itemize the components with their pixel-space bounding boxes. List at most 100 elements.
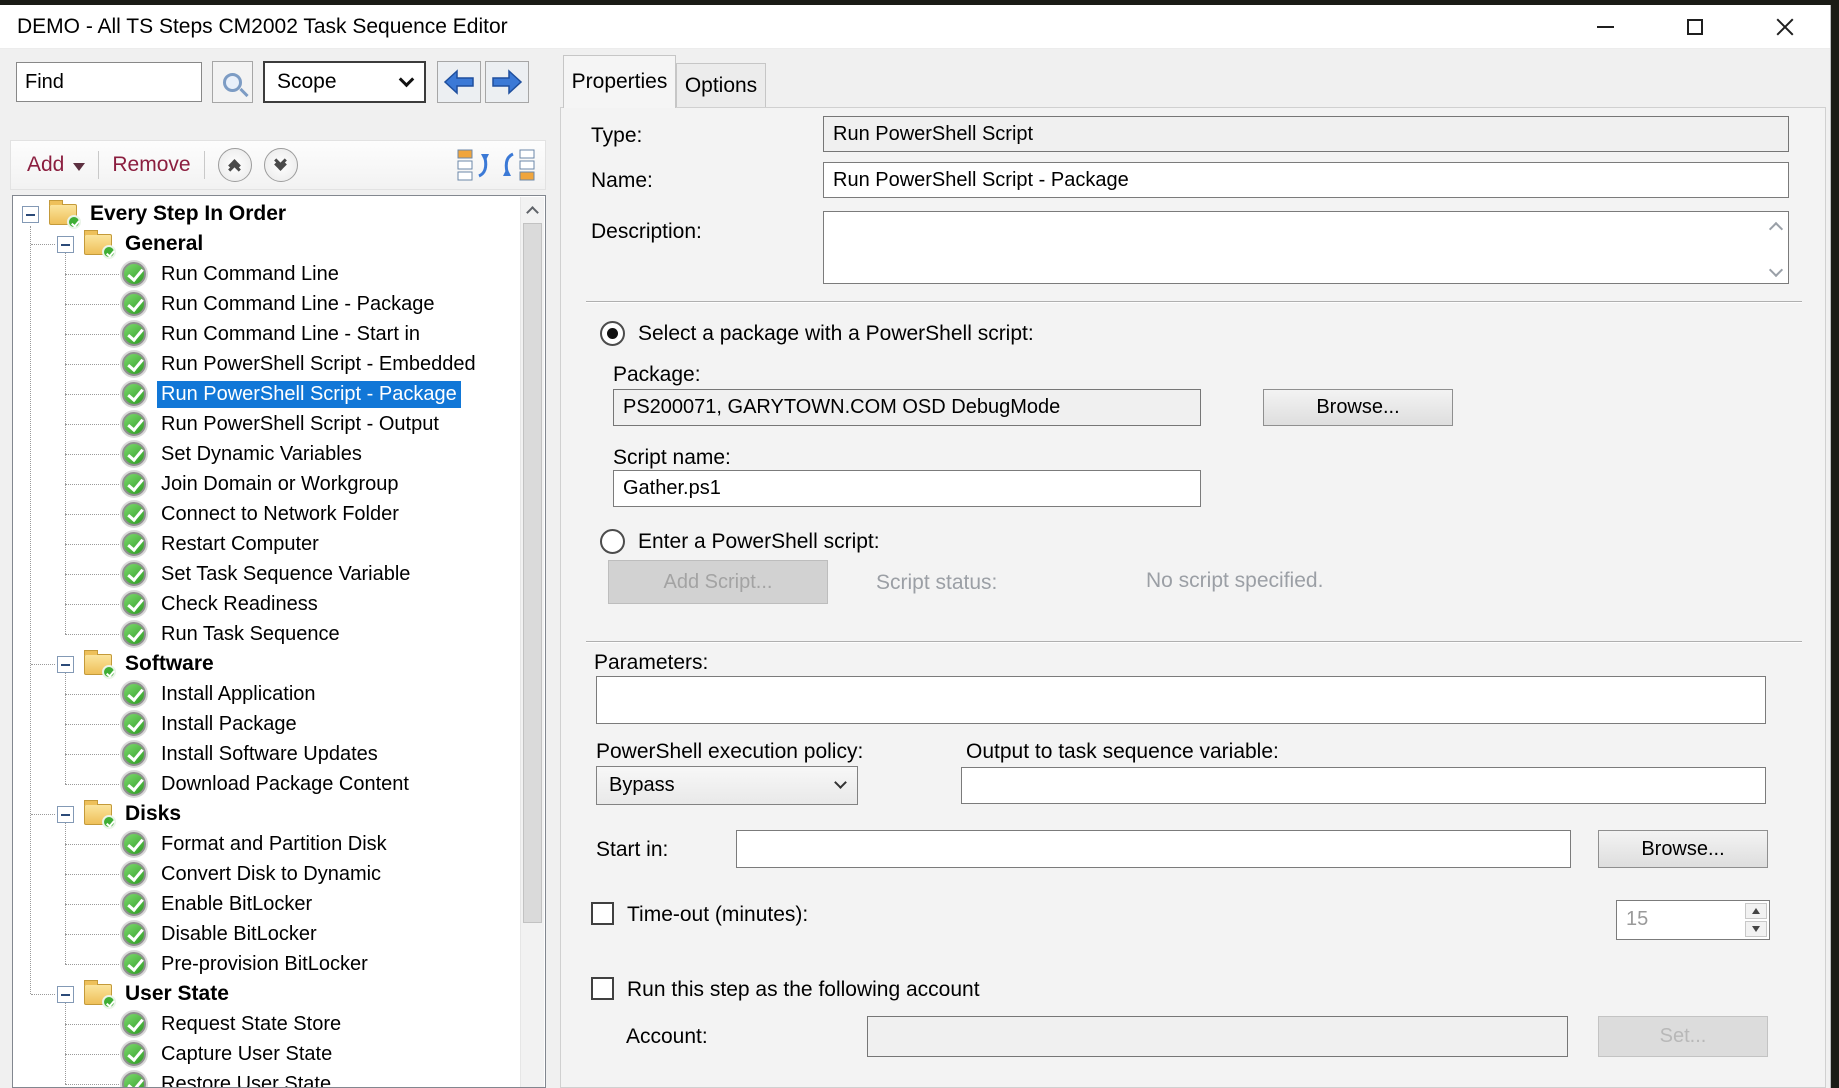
tree-item-label[interactable]: Run Command Line [157, 261, 343, 288]
tree-item-label[interactable]: Software [121, 650, 218, 678]
scroll-up-button[interactable] [521, 197, 544, 223]
collapse-toggle[interactable] [57, 806, 74, 823]
parameters-field[interactable] [596, 676, 1766, 724]
tree-item[interactable]: Run PowerShell Script - Package [13, 379, 520, 409]
tab-options[interactable]: Options [676, 63, 766, 108]
tree-item[interactable]: Download Package Content [13, 769, 520, 799]
script-name-field[interactable]: Gather.ps1 [613, 470, 1201, 507]
tree-item-label[interactable]: Convert Disk to Dynamic [157, 861, 385, 888]
execution-policy-dropdown[interactable]: Bypass [596, 766, 858, 805]
tree-item-label[interactable]: Download Package Content [157, 771, 413, 798]
name-field[interactable]: Run PowerShell Script - Package [823, 162, 1789, 198]
tree-item[interactable]: Run Command Line - Start in [13, 319, 520, 349]
tree-item[interactable]: Restore User State [13, 1069, 520, 1087]
tree-item[interactable]: Connect to Network Folder [13, 499, 520, 529]
tree-item-label[interactable]: Install Application [157, 681, 320, 708]
tree-item[interactable]: Join Domain or Workgroup [13, 469, 520, 499]
tree-item-label[interactable]: Install Software Updates [157, 741, 382, 768]
tree-item[interactable]: Run Command Line - Package [13, 289, 520, 319]
tree-item-label[interactable]: General [121, 230, 207, 258]
remove-step-button[interactable]: Remove [112, 153, 190, 177]
tree-item-label[interactable]: Restart Computer [157, 531, 323, 558]
maximize-button[interactable] [1650, 5, 1740, 49]
select-package-radio[interactable] [600, 321, 625, 346]
tree-item[interactable]: Convert Disk to Dynamic [13, 859, 520, 889]
tree-item-label[interactable]: User State [121, 980, 233, 1008]
tree-item[interactable]: Disable BitLocker [13, 919, 520, 949]
timeout-checkbox[interactable] [591, 902, 614, 925]
browse-start-in-button[interactable]: Browse... [1598, 830, 1768, 868]
scope-dropdown[interactable]: Scope [263, 61, 426, 103]
tree-item-label[interactable]: Every Step In Order [86, 200, 290, 228]
success-check-icon [122, 412, 146, 436]
tree-group[interactable]: Software [13, 649, 520, 679]
collapse-toggle[interactable] [57, 236, 74, 253]
collapse-toggle[interactable] [57, 656, 74, 673]
tree-item[interactable]: Restart Computer [13, 529, 520, 559]
tree-item-label[interactable]: Run PowerShell Script - Output [157, 411, 443, 438]
tree-item[interactable]: Check Readiness [13, 589, 520, 619]
expand-all-button[interactable] [264, 148, 298, 182]
tree-item-label[interactable]: Run Command Line - Start in [157, 321, 424, 348]
enter-script-radio[interactable] [600, 529, 625, 554]
tree-item-label[interactable]: Set Dynamic Variables [157, 441, 366, 468]
tree-item[interactable]: Pre-provision BitLocker [13, 949, 520, 979]
tree-item[interactable]: Set Dynamic Variables [13, 439, 520, 469]
tree-item[interactable]: Format and Partition Disk [13, 829, 520, 859]
tree-item[interactable]: Run PowerShell Script - Embedded [13, 349, 520, 379]
tree-item-label[interactable]: Format and Partition Disk [157, 831, 391, 858]
tree-item-label[interactable]: Disable BitLocker [157, 921, 321, 948]
tree-item-label[interactable]: Run Task Sequence [157, 621, 344, 648]
tree-item-label[interactable]: Run Command Line - Package [157, 291, 438, 318]
find-next-button[interactable] [485, 61, 529, 103]
tree-item[interactable]: Install Application [13, 679, 520, 709]
collapse-toggle[interactable] [57, 986, 74, 1003]
tree-item-label[interactable]: Join Domain or Workgroup [157, 471, 403, 498]
tree-group[interactable]: General [13, 229, 520, 259]
run-as-checkbox[interactable] [591, 977, 614, 1000]
start-in-field[interactable] [736, 830, 1571, 868]
tree-item-label[interactable]: Run PowerShell Script - Embedded [157, 351, 480, 378]
description-field[interactable] [823, 211, 1789, 284]
browse-package-button[interactable]: Browse... [1263, 389, 1453, 426]
search-button[interactable] [212, 61, 253, 103]
tree-item[interactable]: Install Package [13, 709, 520, 739]
tree-item-label[interactable]: Connect to Network Folder [157, 501, 403, 528]
tree-group[interactable]: User State [13, 979, 520, 1009]
tab-properties[interactable]: Properties [563, 55, 676, 108]
tree-group[interactable]: Disks [13, 799, 520, 829]
tree-item-label[interactable]: Run PowerShell Script - Package [157, 381, 461, 408]
tree-item-label[interactable]: Restore User State [157, 1071, 335, 1088]
tree-item-label[interactable]: Enable BitLocker [157, 891, 316, 918]
collapse-toggle[interactable] [22, 206, 39, 223]
tree-item[interactable]: Run PowerShell Script - Output [13, 409, 520, 439]
tree-item[interactable]: Request State Store [13, 1009, 520, 1039]
collapse-all-button[interactable] [218, 148, 252, 182]
tree-item-label[interactable]: Set Task Sequence Variable [157, 561, 414, 588]
tree-item[interactable]: Install Software Updates [13, 739, 520, 769]
tree-item-label[interactable]: Capture User State [157, 1041, 336, 1068]
tree-item[interactable]: Run Command Line [13, 259, 520, 289]
output-variable-field[interactable] [961, 767, 1766, 804]
tree-item-label[interactable]: Pre-provision BitLocker [157, 951, 372, 978]
minimize-button[interactable] [1560, 5, 1650, 49]
find-input[interactable] [16, 62, 202, 102]
add-step-button[interactable]: Add [27, 153, 85, 177]
move-step-up-button[interactable] [455, 146, 493, 184]
tree-root[interactable]: Every Step In Order [13, 199, 520, 229]
success-check-icon [122, 1012, 146, 1036]
scrollbar-thumb[interactable] [523, 223, 542, 923]
tree-item-label[interactable]: Request State Store [157, 1011, 345, 1038]
tree-item[interactable]: Run Task Sequence [13, 619, 520, 649]
tree-item-label[interactable]: Disks [121, 800, 185, 828]
find-previous-button[interactable] [437, 61, 481, 103]
tree-item[interactable]: Set Task Sequence Variable [13, 559, 520, 589]
tree-item-label[interactable]: Install Package [157, 711, 301, 738]
close-button[interactable] [1740, 5, 1830, 49]
tree-item[interactable]: Capture User State [13, 1039, 520, 1069]
move-step-down-button[interactable] [499, 146, 537, 184]
tree-item-label[interactable]: Check Readiness [157, 591, 322, 618]
run-as-label: Run this step as the following account [627, 978, 980, 1002]
tree-item[interactable]: Enable BitLocker [13, 889, 520, 919]
tree-scrollbar[interactable] [520, 197, 544, 1087]
